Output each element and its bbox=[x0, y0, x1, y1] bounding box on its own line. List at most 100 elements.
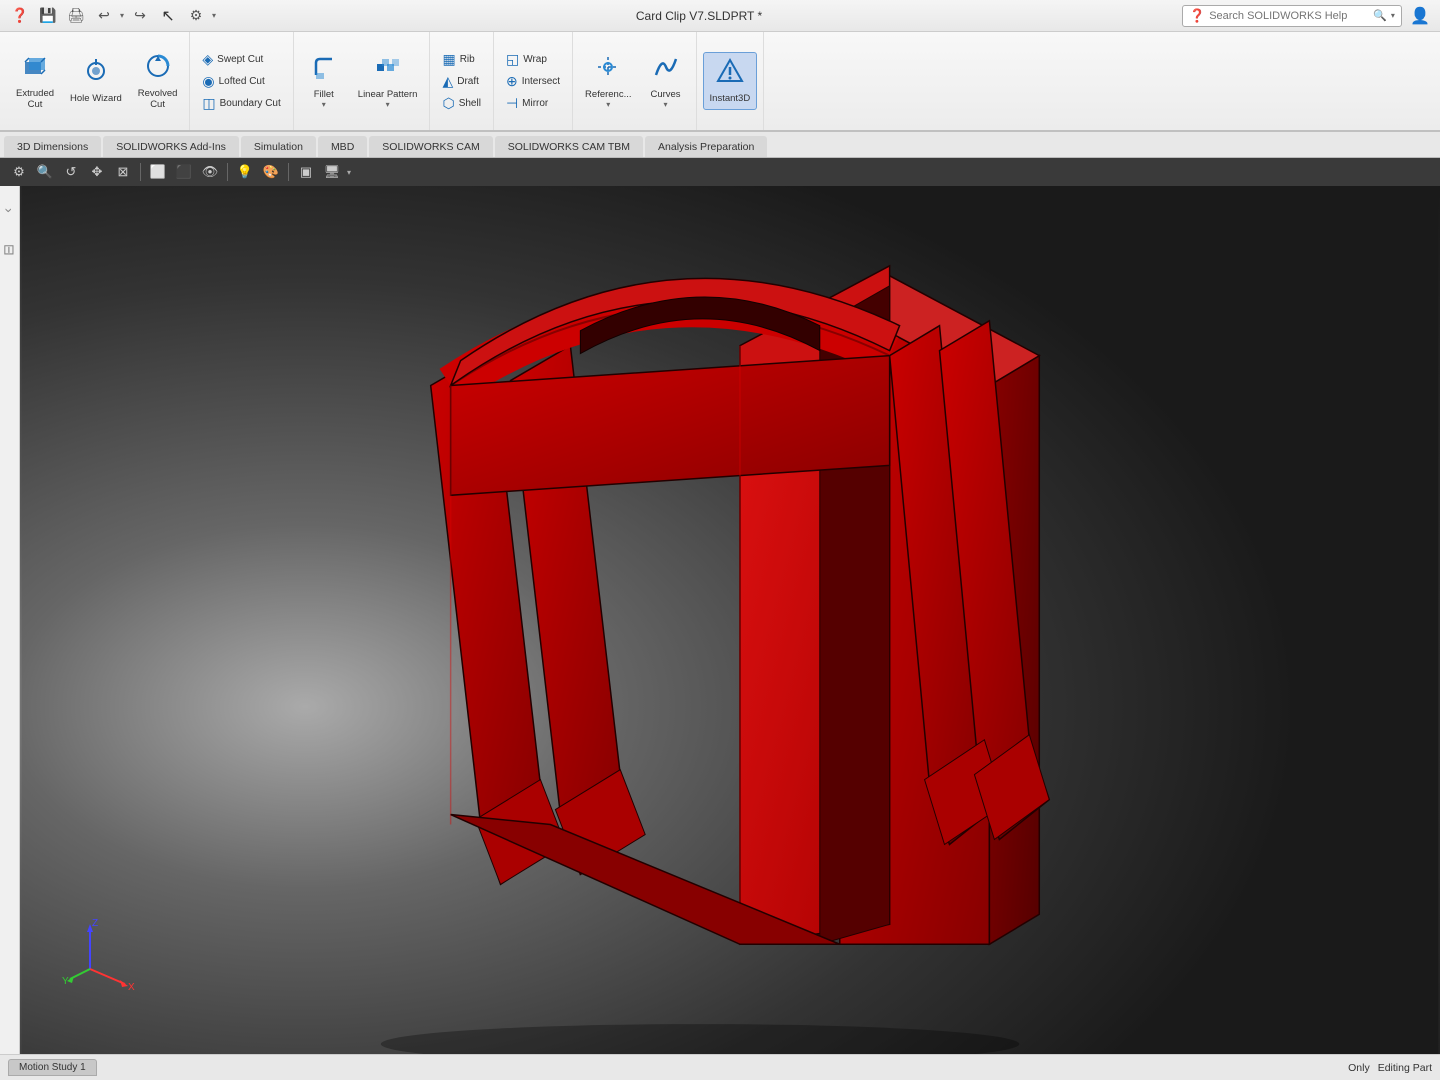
revolved-cut-label: RevolvedCut bbox=[138, 88, 178, 111]
curves-dropdown[interactable]: ▾ bbox=[664, 100, 668, 109]
linear-pattern-icon bbox=[374, 53, 402, 87]
redo-icon[interactable]: ↪ bbox=[128, 4, 152, 28]
toolbar2-separator-2 bbox=[227, 163, 228, 181]
toolbar2: ⚙ 🔍 ↺ ✥ ⊠ ⬜ ⬛ 👁 💡 🎨 ▣ 🖥 ▾ bbox=[0, 158, 1440, 186]
viewport[interactable]: Z X Y bbox=[20, 186, 1440, 1054]
intersect-label: Intersect bbox=[522, 76, 560, 87]
zoom-icon[interactable]: 🔍 bbox=[34, 161, 56, 183]
intersect-button[interactable]: ⊕ Intersect bbox=[500, 71, 566, 92]
print-icon[interactable]: 🖨 bbox=[64, 4, 88, 28]
ribbon-group-reference: Referenc... ▾ Curves ▾ bbox=[573, 32, 696, 130]
left-panel-btn2[interactable]: ⊟ bbox=[1, 230, 19, 270]
question-icon: ❓ bbox=[1189, 8, 1205, 24]
status-text: Only bbox=[1348, 1062, 1370, 1074]
search-icon[interactable]: 🔍 bbox=[1373, 9, 1387, 22]
display-style-icon[interactable]: ⬛ bbox=[173, 161, 195, 183]
wrap-stack: ◱ Wrap ⊕ Intersect ⊣ Mirror bbox=[500, 49, 566, 114]
options-dropdown[interactable]: ▾ bbox=[212, 11, 216, 20]
tab-analysis-preparation[interactable]: Analysis Preparation bbox=[645, 136, 767, 157]
search-dropdown[interactable]: ▾ bbox=[1391, 11, 1395, 20]
boundary-cut-button[interactable]: ◫ Boundary Cut bbox=[196, 93, 286, 114]
color-icon[interactable]: 🎨 bbox=[260, 161, 282, 183]
save-icon[interactable]: 💾 bbox=[36, 4, 60, 28]
boundary-cut-label: Boundary Cut bbox=[220, 98, 281, 109]
lighting-icon[interactable]: 💡 bbox=[234, 161, 256, 183]
undo-dropdown[interactable]: ▾ bbox=[120, 11, 124, 20]
extruded-cut-button[interactable]: ExtrudedCut bbox=[10, 48, 60, 115]
curves-label: Curves bbox=[650, 89, 680, 100]
hole-wizard-button[interactable]: Hole Wizard bbox=[64, 53, 128, 108]
wrap-button[interactable]: ◱ Wrap bbox=[500, 49, 566, 70]
options-icon[interactable]: ⚙ bbox=[184, 4, 208, 28]
linear-pattern-button[interactable]: Linear Pattern ▾ bbox=[352, 49, 424, 113]
swept-cut-label: Swept Cut bbox=[217, 54, 263, 65]
linear-pattern-label: Linear Pattern bbox=[358, 89, 418, 100]
intersect-icon: ⊕ bbox=[506, 73, 518, 90]
rib-button[interactable]: ▦ Rib bbox=[436, 49, 486, 70]
fillet-button[interactable]: Fillet ▾ bbox=[300, 49, 348, 113]
ribbon-group-fillet: Fillet ▾ Linear Pattern ▾ bbox=[294, 32, 431, 130]
lofted-cut-label: Lofted Cut bbox=[219, 76, 265, 87]
curves-button[interactable]: Curves ▾ bbox=[642, 49, 690, 113]
ribbon-group-instant3d: Instant3D bbox=[697, 32, 765, 130]
ribbon-group-cut-ops: ◈ Swept Cut ◉ Lofted Cut ◫ Boundary Cut bbox=[190, 32, 293, 130]
tab-simulation[interactable]: Simulation bbox=[241, 136, 316, 157]
draft-button[interactable]: ◭ Draft bbox=[436, 71, 486, 92]
tab-bar: 3D Dimensions SOLIDWORKS Add-Ins Simulat… bbox=[0, 132, 1440, 158]
motion-study-tab[interactable]: Motion Study 1 bbox=[8, 1059, 97, 1076]
hole-wizard-icon bbox=[82, 57, 110, 91]
shell-button[interactable]: ⬡ Shell bbox=[436, 93, 486, 114]
tab-solidworks-cam[interactable]: SOLIDWORKS CAM bbox=[369, 136, 492, 157]
left-panel-toggle[interactable]: › bbox=[1, 190, 19, 230]
tab-solidworks-addins[interactable]: SOLIDWORKS Add-Ins bbox=[103, 136, 239, 157]
extruded-cut-label: ExtrudedCut bbox=[16, 88, 54, 111]
revolved-cut-button[interactable]: RevolvedCut bbox=[132, 48, 184, 115]
user-icon[interactable]: 👤 bbox=[1408, 4, 1432, 28]
ribbon-group-main-features: ExtrudedCut Hole Wizard RevolvedCut bbox=[4, 32, 190, 130]
undo-icon[interactable]: ↩ bbox=[92, 4, 116, 28]
reference-dropdown[interactable]: ▾ bbox=[606, 100, 610, 109]
revolved-cut-icon bbox=[144, 52, 172, 86]
instant3d-label: Instant3D bbox=[710, 93, 751, 104]
wrap-icon: ◱ bbox=[506, 51, 519, 68]
fillet-dropdown[interactable]: ▾ bbox=[322, 100, 326, 109]
pan-icon[interactable]: ✥ bbox=[86, 161, 108, 183]
rotate-icon[interactable]: ↺ bbox=[60, 161, 82, 183]
rib-stack: ▦ Rib ◭ Draft ⬡ Shell bbox=[436, 49, 486, 114]
monitor-dropdown[interactable]: ▾ bbox=[347, 168, 351, 177]
rib-label: Rib bbox=[460, 54, 475, 65]
help-icon[interactable]: ❓ bbox=[8, 4, 32, 28]
appearance-icon[interactable]: ⬜ bbox=[147, 161, 169, 183]
instant3d-icon bbox=[716, 57, 744, 91]
draft-label: Draft bbox=[457, 76, 479, 87]
draft-icon: ◭ bbox=[442, 73, 453, 90]
instant3d-button[interactable]: Instant3D bbox=[703, 52, 758, 109]
svg-text:Z: Z bbox=[92, 918, 98, 929]
tab-3d-dimensions[interactable]: 3D Dimensions bbox=[4, 136, 101, 157]
curves-icon bbox=[652, 53, 680, 87]
svg-text:X: X bbox=[128, 982, 135, 993]
window-title: Card Clip V7.SLDPRT * bbox=[222, 9, 1176, 23]
axis-indicator: Z X Y bbox=[60, 914, 140, 994]
swept-cut-button[interactable]: ◈ Swept Cut bbox=[196, 49, 286, 70]
select-icon[interactable]: ⊠ bbox=[112, 161, 134, 183]
svg-text:Y: Y bbox=[62, 976, 69, 987]
rib-icon: ▦ bbox=[442, 51, 455, 68]
display-mode-icon[interactable]: ▣ bbox=[295, 161, 317, 183]
shell-label: Shell bbox=[459, 98, 481, 109]
view-settings-icon[interactable]: ⚙ bbox=[8, 161, 30, 183]
tab-mbd[interactable]: MBD bbox=[318, 136, 367, 157]
cursor-icon[interactable]: ↖ bbox=[156, 4, 180, 28]
extruded-cut-icon bbox=[21, 52, 49, 86]
reference-geometry-button[interactable]: Referenc... ▾ bbox=[579, 49, 637, 113]
linear-pattern-dropdown[interactable]: ▾ bbox=[386, 100, 390, 109]
hide-show-icon[interactable]: 👁 bbox=[199, 161, 221, 183]
mirror-button[interactable]: ⊣ Mirror bbox=[500, 93, 566, 114]
wrap-label: Wrap bbox=[523, 54, 547, 65]
title-left-icons: ❓ 💾 🖨 ↩ ▾ ↪ ↖ ⚙ ▾ bbox=[8, 4, 216, 28]
lofted-cut-button[interactable]: ◉ Lofted Cut bbox=[196, 71, 286, 92]
search-input[interactable] bbox=[1209, 10, 1369, 22]
search-box[interactable]: ❓ 🔍 ▾ bbox=[1182, 5, 1402, 27]
monitor-icon[interactable]: 🖥 bbox=[321, 161, 343, 183]
tab-solidworks-cam-tbm[interactable]: SOLIDWORKS CAM TBM bbox=[495, 136, 643, 157]
